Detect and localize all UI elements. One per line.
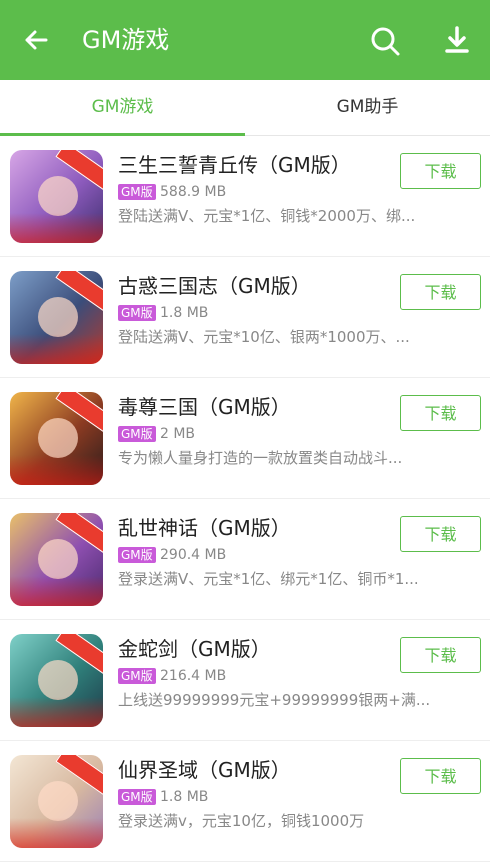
download-button[interactable]: 下载: [400, 274, 481, 310]
download-button[interactable]: 下载: [400, 395, 481, 431]
game-description: 专为懒人量身打造的一款放置类自动战斗...: [118, 449, 403, 467]
tab-bar: GM游戏 GM助手: [0, 80, 490, 136]
game-description: 登陆送满V、元宝*10亿、银两*1000万、...: [118, 328, 410, 346]
game-name: 三生三誓青丘传（GM版）: [118, 153, 351, 177]
game-icon: [10, 150, 103, 243]
gm-badge: GM版: [118, 184, 156, 200]
game-icon: [10, 755, 103, 848]
gm-badge: GM版: [118, 426, 156, 442]
game-icon: [10, 392, 103, 485]
gm-badge: GM版: [118, 789, 156, 805]
arrow-left-icon[interactable]: [20, 24, 52, 56]
game-icon: [10, 634, 103, 727]
list-item[interactable]: 三生三誓青丘传（GM版） GM版 588.9 MB 登陆送满V、元宝*1亿、铜钱…: [0, 136, 490, 257]
file-size: 216.4 MB: [160, 668, 227, 684]
download-button[interactable]: 下载: [400, 153, 481, 189]
list-item[interactable]: 仙界圣域（GM版） GM版 1.8 MB 登录送满v，元宝10亿，铜钱1000万…: [0, 741, 490, 862]
game-description: 上线送99999999元宝+99999999银两+满...: [118, 691, 431, 709]
file-size: 1.8 MB: [160, 305, 209, 321]
game-description: 登录送满V、元宝*1亿、绑元*1亿、铜币*1...: [118, 570, 419, 588]
page-title: GM游戏: [82, 26, 170, 54]
file-size: 290.4 MB: [160, 547, 227, 563]
list-item[interactable]: 乱世神话（GM版） GM版 290.4 MB 登录送满V、元宝*1亿、绑元*1亿…: [0, 499, 490, 620]
list-item[interactable]: 古惑三国志（GM版） GM版 1.8 MB 登陆送满V、元宝*10亿、银两*10…: [0, 257, 490, 378]
game-name: 毒尊三国（GM版）: [118, 395, 291, 419]
download-icon[interactable]: [440, 24, 474, 58]
game-name: 乱世神话（GM版）: [118, 516, 291, 540]
gm-badge: GM版: [118, 305, 156, 321]
game-name: 古惑三国志（GM版）: [118, 274, 311, 298]
gm-badge: GM版: [118, 547, 156, 563]
gm-badge: GM版: [118, 668, 156, 684]
game-icon: [10, 271, 103, 364]
file-size: 2 MB: [160, 426, 196, 442]
game-description: 登陆送满V、元宝*1亿、铜钱*2000万、绑...: [118, 207, 416, 225]
game-name: 金蛇剑（GM版）: [118, 637, 271, 661]
game-icon: [10, 513, 103, 606]
list-item[interactable]: 毒尊三国（GM版） GM版 2 MB 专为懒人量身打造的一款放置类自动战斗...…: [0, 378, 490, 499]
tab-gm-assistant[interactable]: GM助手: [245, 80, 490, 135]
download-button[interactable]: 下载: [400, 758, 481, 794]
game-description: 登录送满v，元宝10亿，铜钱1000万: [118, 812, 365, 830]
file-size: 1.8 MB: [160, 789, 209, 805]
download-button[interactable]: 下载: [400, 637, 481, 673]
file-size: 588.9 MB: [160, 184, 227, 200]
list-item[interactable]: 金蛇剑（GM版） GM版 216.4 MB 上线送99999999元宝+9999…: [0, 620, 490, 741]
game-name: 仙界圣域（GM版）: [118, 758, 291, 782]
tab-gm-games[interactable]: GM游戏: [0, 80, 245, 135]
search-icon[interactable]: [368, 24, 402, 58]
game-list: 三生三誓青丘传（GM版） GM版 588.9 MB 登陆送满V、元宝*1亿、铜钱…: [0, 136, 490, 862]
download-button[interactable]: 下载: [400, 516, 481, 552]
app-header: GM游戏: [0, 0, 490, 80]
